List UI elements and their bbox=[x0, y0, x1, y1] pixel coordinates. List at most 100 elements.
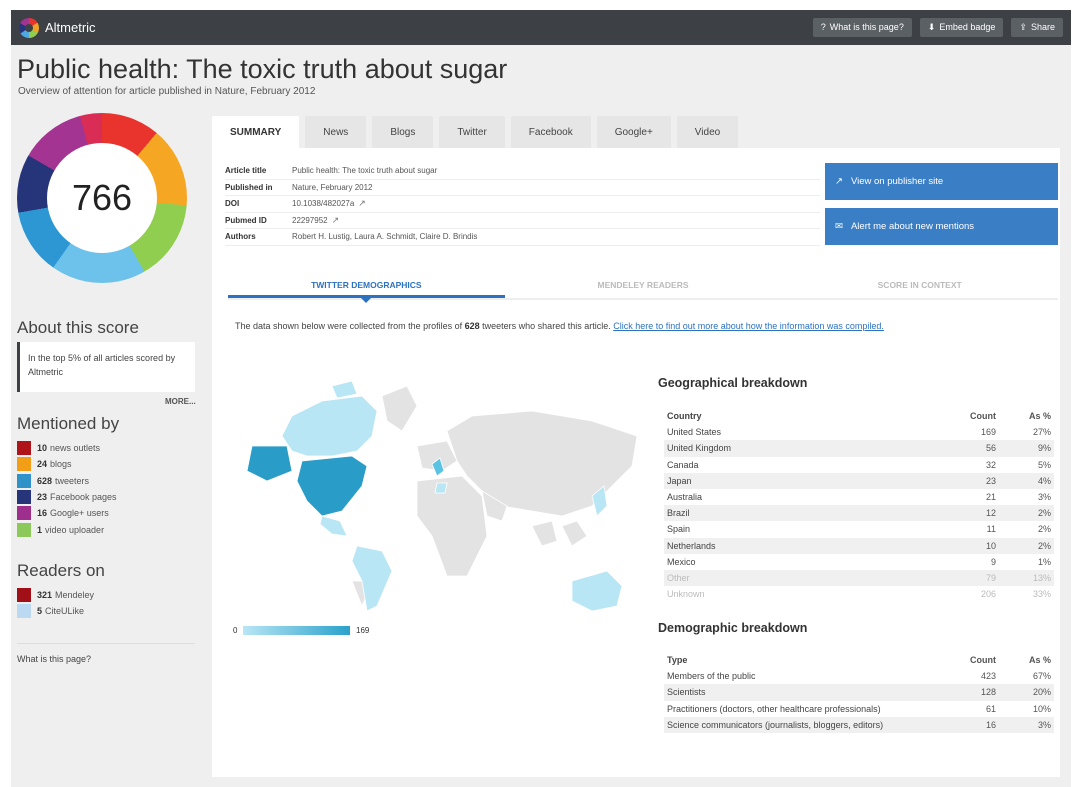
mentioned-item[interactable]: 23 Facebook pages bbox=[17, 489, 117, 505]
table-row: Spain 11 2% bbox=[664, 521, 1054, 537]
demo-cell: 128 bbox=[980, 687, 996, 698]
table-row: United States 169 27% bbox=[664, 424, 1054, 440]
embed-badge-button[interactable]: ⬇ Embed badge bbox=[919, 18, 1004, 37]
more-link[interactable]: MORE... bbox=[165, 397, 196, 406]
tab-blogs[interactable]: Blogs bbox=[372, 116, 434, 148]
demo-cell: 423 bbox=[980, 671, 996, 682]
table-row: United Kingdom 56 9% bbox=[664, 440, 1054, 457]
attention-score-donut[interactable]: 766 bbox=[17, 113, 187, 283]
article-info-key: Article title bbox=[225, 166, 267, 176]
external-link-icon[interactable]: ↗ bbox=[358, 198, 366, 209]
demo-cell: Scientists bbox=[667, 687, 706, 698]
attention-score: 766 bbox=[47, 143, 157, 253]
tab-google[interactable]: Google+ bbox=[596, 116, 671, 148]
view-on-publisher-button[interactable]: ↗ View on publisher site bbox=[825, 163, 1058, 200]
demo-cell: 3% bbox=[1037, 719, 1051, 730]
brand-name: Altmetric bbox=[45, 20, 96, 35]
legend-max: 169 bbox=[356, 626, 370, 635]
geo-cell: 4% bbox=[1037, 475, 1051, 486]
mentioned-swatch bbox=[17, 490, 31, 505]
article-info-value-text[interactable]: 22297952 bbox=[292, 216, 328, 225]
subtab-mendeley-readers[interactable]: MENDELEY READERS bbox=[505, 278, 782, 298]
article-info-value: 22297952 ↗ bbox=[292, 215, 339, 226]
alert-me-button[interactable]: ✉ Alert me about new mentions bbox=[825, 208, 1058, 245]
about-box: In the top 5% of all articles scored by … bbox=[17, 342, 195, 392]
share-icon: ⇪ bbox=[1019, 22, 1027, 32]
demo-header-cell: As % bbox=[1028, 655, 1051, 666]
readers-item[interactable]: 321 Mendeley bbox=[17, 587, 94, 603]
tab-news[interactable]: News bbox=[305, 116, 367, 148]
world-map[interactable] bbox=[232, 376, 652, 626]
mentioned-swatch bbox=[17, 522, 31, 537]
mentioned-item[interactable]: 628 tweeters bbox=[17, 473, 117, 489]
geo-cell: 9% bbox=[1037, 443, 1051, 454]
mentioned-item[interactable]: 16 Google+ users bbox=[17, 505, 117, 521]
geo-heading: Geographical breakdown bbox=[658, 376, 808, 390]
readers-item[interactable]: 5 CiteULike bbox=[17, 603, 94, 619]
tab-summary[interactable]: SUMMARY bbox=[212, 116, 300, 148]
article-info-value-text: Nature, February 2012 bbox=[292, 182, 373, 192]
geo-cell: Unknown bbox=[667, 589, 705, 600]
mentioned-item[interactable]: 10 news outlets bbox=[17, 440, 117, 456]
mentioned-swatch bbox=[17, 441, 31, 456]
geo-cell: Australia bbox=[667, 492, 703, 503]
table-row: Unknown 206 33% bbox=[664, 586, 1054, 602]
table-row: Mexico 9 1% bbox=[664, 554, 1054, 570]
article-info-table: Article title Public health: The toxic tr… bbox=[225, 163, 820, 246]
article-info-value-text: Robert H. Lustig, Laura A. Schmidt, Clai… bbox=[292, 232, 478, 242]
readers-count: 321 bbox=[37, 590, 53, 601]
mentioned-count: 1 bbox=[37, 524, 43, 535]
mentioned-item[interactable]: 1 video uploader bbox=[17, 521, 117, 537]
article-info-value: 10.1038/482027a ↗ bbox=[292, 198, 366, 209]
tab-twitter[interactable]: Twitter bbox=[439, 116, 505, 148]
article-info-key: DOI bbox=[225, 199, 240, 209]
mentioned-label: blogs bbox=[50, 459, 72, 470]
geo-cell: 1% bbox=[1037, 556, 1051, 567]
demo-cell: Science communicators (journalists, blog… bbox=[667, 719, 884, 730]
article-info-value-text[interactable]: 10.1038/482027a bbox=[292, 199, 354, 208]
table-row: Netherlands 10 2% bbox=[664, 537, 1054, 554]
article-info-value-text: Public health: The toxic truth about sug… bbox=[292, 166, 438, 176]
tweeter-count: 628 bbox=[464, 321, 480, 331]
tab-video[interactable]: Video bbox=[676, 116, 739, 148]
tab-facebook[interactable]: Facebook bbox=[510, 116, 591, 148]
mentioned-label: Facebook pages bbox=[50, 492, 117, 503]
readers-label: CiteULike bbox=[45, 606, 85, 617]
article-info-key: Pubmed ID bbox=[225, 215, 267, 225]
geo-cell: 2% bbox=[1037, 540, 1051, 551]
subtab-twitter-demographics[interactable]: TWITTER DEMOGRAPHICS bbox=[228, 278, 505, 303]
subtab-score-in-context[interactable]: SCORE IN CONTEXT bbox=[781, 278, 1058, 298]
download-icon: ⬇ bbox=[927, 22, 936, 32]
mentioned-item[interactable]: 24 blogs bbox=[17, 456, 117, 472]
external-link-icon[interactable]: ↗ bbox=[332, 215, 340, 226]
sidebar-what-is-this-link[interactable]: What is this page? bbox=[17, 654, 91, 664]
geo-cell: 32 bbox=[985, 459, 996, 470]
demo-cell: 20% bbox=[1032, 687, 1051, 698]
geo-cell: Netherlands bbox=[667, 540, 716, 551]
legend-color-scale bbox=[243, 626, 350, 635]
geo-cell: 2% bbox=[1037, 508, 1051, 519]
article-info-value: Robert H. Lustig, Laura A. Schmidt, Clai… bbox=[292, 232, 477, 241]
readers-label: Mendeley bbox=[55, 590, 95, 601]
geo-cell: 10 bbox=[985, 540, 996, 551]
geo-cell: Other bbox=[667, 572, 690, 583]
subtab-bar: TWITTER DEMOGRAPHICS MENDELEY READERS SCOR… bbox=[228, 278, 1058, 303]
info-compiled-link[interactable]: Click here to find out more about how th… bbox=[613, 321, 884, 331]
geo-header-cell: As % bbox=[1028, 411, 1051, 422]
geo-cell: 3% bbox=[1037, 492, 1051, 503]
geo-cell: Canada bbox=[667, 459, 699, 470]
geo-header-cell: Country bbox=[667, 411, 702, 422]
geo-cell: Japan bbox=[667, 475, 692, 486]
brand[interactable]: Altmetric bbox=[19, 17, 96, 38]
article-info-row: DOI 10.1038/482027a ↗ bbox=[225, 196, 820, 213]
demo-cell: Practitioners (doctors, other healthcare… bbox=[667, 703, 881, 714]
mentioned-count: 24 bbox=[37, 459, 48, 470]
what-is-this-button[interactable]: ? What is this page? bbox=[812, 18, 912, 37]
readers-swatch bbox=[17, 588, 31, 603]
about-heading: About this score bbox=[17, 318, 139, 337]
article-info-value: Public health: The toxic truth about sug… bbox=[292, 166, 437, 175]
envelope-icon: ✉ bbox=[835, 221, 843, 232]
mentioned-label: tweeters bbox=[55, 475, 90, 486]
article-info-row: Pubmed ID 22297952 ↗ bbox=[225, 213, 820, 229]
share-button[interactable]: ⇪ Share bbox=[1011, 18, 1063, 37]
